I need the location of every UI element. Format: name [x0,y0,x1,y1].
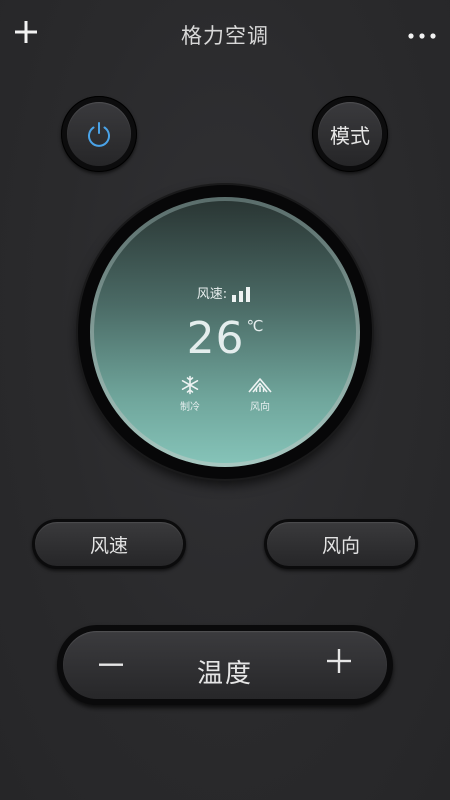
dial-ring: 风速: 26 ℃ 制冷 风向 [90,197,360,467]
dial-screen: 风速: 26 ℃ 制冷 风向 [94,201,356,463]
mode-button-label: 模式 [330,123,370,148]
mode-status-label: 制冷 [180,402,200,413]
temperature-control: 温度 [57,625,393,705]
temperature-up-button[interactable] [319,647,359,683]
remote-control-page: 格力空调 模式 风速: 26 ℃ 制冷 风向 风速 风向 温度 [0,0,450,800]
more-button[interactable] [406,24,440,48]
wind-speed-indicator: 风速: [94,283,356,302]
wind-direction-button-label: 风向 [267,522,415,566]
temperature-unit: ℃ [246,317,264,335]
plus-icon [327,649,351,673]
mode-button[interactable]: 模式 [312,96,388,172]
temperature-value: 26 [186,313,245,364]
status-dial: 风速: 26 ℃ 制冷 风向 [78,185,372,479]
page-title: 格力空调 [181,24,269,48]
power-button[interactable] [61,96,137,172]
signal-bars-icon [232,287,251,302]
header: 格力空调 [0,0,450,70]
power-icon [88,122,110,147]
temperature-readout: 26 ℃ [94,313,356,364]
direction-status: 风向 [240,375,280,413]
snowflake-icon [181,375,199,395]
wind-direction-icon [248,378,272,393]
status-icons: 制冷 风向 [94,375,356,413]
more-dots-icon [408,33,436,39]
direction-status-label: 风向 [250,402,270,413]
mode-status: 制冷 [170,375,210,413]
wind-speed-button-label: 风速 [35,522,183,566]
wind-speed-button[interactable]: 风速 [32,519,186,569]
mode-button-face: 模式 [318,102,382,166]
wind-speed-label: 风速: [196,287,228,302]
temperature-control-face: 温度 [63,631,387,699]
power-button-face [67,102,131,166]
wind-direction-button[interactable]: 风向 [264,519,418,569]
